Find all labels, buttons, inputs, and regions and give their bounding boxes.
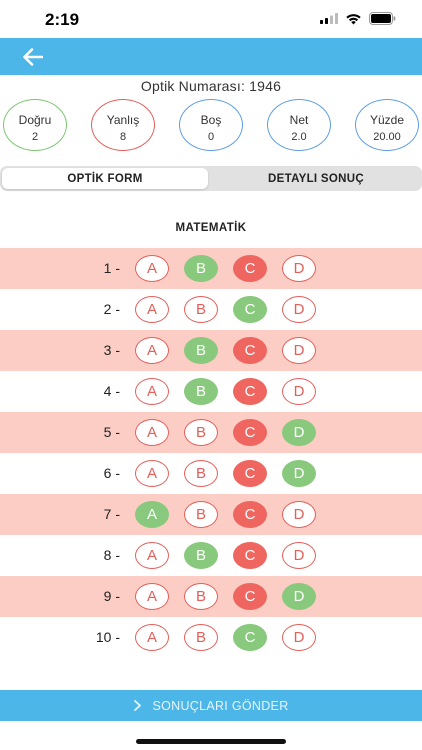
answer-option-d[interactable]: D (282, 419, 316, 446)
stat-net: Net 2.0 (267, 99, 331, 151)
answer-option-c[interactable]: C (233, 296, 267, 323)
question-number: 1 - (103, 260, 120, 276)
home-indicator (136, 739, 286, 744)
answer-option-c[interactable]: C (233, 542, 267, 569)
answer-option-a[interactable]: A (135, 378, 169, 405)
question-row: 1 - ABCD (0, 248, 422, 289)
answer-option-a[interactable]: A (135, 337, 169, 364)
question-number: 7 - (103, 506, 120, 522)
answer-option-d[interactable]: D (282, 296, 316, 323)
stat-percent: Yüzde 20.00 (355, 99, 419, 151)
answer-option-a[interactable]: A (135, 255, 169, 282)
stat-label: Yüzde (369, 113, 405, 127)
stat-wrong: Yanlış 8 (91, 99, 155, 151)
stat-label: Net (289, 113, 309, 127)
answer-option-d[interactable]: D (282, 624, 316, 651)
question-number: 10 - (95, 629, 120, 645)
chevron-right-icon (134, 700, 142, 711)
question-number: 9 - (103, 588, 120, 604)
answer-option-c[interactable]: C (233, 255, 267, 282)
answer-option-a[interactable]: A (135, 583, 169, 610)
answer-option-b[interactable]: B (184, 583, 218, 610)
answer-option-c[interactable]: C (233, 460, 267, 487)
stat-value: 20.00 (373, 131, 401, 143)
answer-option-a[interactable]: A (135, 542, 169, 569)
answer-option-b[interactable]: B (184, 460, 218, 487)
status-bar: 2:19 (0, 0, 422, 38)
answer-option-c[interactable]: C (233, 378, 267, 405)
status-time: 2:19 (45, 10, 80, 29)
cellular-signal-icon (320, 13, 338, 24)
answer-option-b[interactable]: B (184, 255, 218, 282)
stat-correct: Doğru 2 (3, 99, 67, 151)
answer-option-b[interactable]: B (184, 624, 218, 651)
app-header (0, 38, 422, 75)
question-number: 3 - (103, 342, 120, 358)
stat-value: 8 (119, 131, 127, 143)
answer-option-b[interactable]: B (184, 378, 218, 405)
stat-value: 2.0 (291, 131, 307, 143)
tab-optik-form[interactable]: OPTİK FORM (2, 168, 208, 189)
answer-option-d[interactable]: D (282, 337, 316, 364)
question-row: 7 - ABCD (0, 494, 422, 535)
question-row: 4 - ABCD (0, 371, 422, 412)
question-number: 8 - (103, 547, 120, 563)
answer-rows: 1 -ABCD2 -ABCD3 -ABCD4 -ABCD5 -ABCD6 -AB… (0, 248, 422, 658)
answer-option-c[interactable]: C (233, 419, 267, 446)
question-row: 8 - ABCD (0, 535, 422, 576)
stat-label: Yanlış (106, 113, 140, 127)
answer-option-d[interactable]: D (282, 542, 316, 569)
answer-option-a[interactable]: A (135, 460, 169, 487)
section-title: MATEMATİK (175, 222, 247, 234)
question-number: 6 - (103, 465, 120, 481)
question-number: 2 - (103, 301, 120, 317)
stat-value: 0 (207, 131, 215, 143)
answer-option-b[interactable]: B (184, 337, 218, 364)
answer-option-c[interactable]: C (233, 337, 267, 364)
tab-detayli-sonuc[interactable]: DETAYLI SONUÇ (212, 168, 420, 189)
submit-results-button[interactable]: SONUÇLARI GÖNDER (0, 690, 422, 721)
battery-icon (369, 12, 396, 25)
answer-option-d[interactable]: D (282, 460, 316, 487)
question-row: 9 - ABCD (0, 576, 422, 617)
stats-summary: Doğru 2 Yanlış 8 Boş 0 Net 2.0 Yüzde 20.… (3, 99, 421, 153)
question-number: 4 - (103, 383, 120, 399)
answer-option-a[interactable]: A (135, 624, 169, 651)
answer-option-a[interactable]: A (135, 296, 169, 323)
stat-label: Boş (200, 113, 222, 127)
answer-option-a[interactable]: A (135, 501, 169, 528)
answer-option-d[interactable]: D (282, 378, 316, 405)
stat-value: 2 (31, 131, 39, 143)
answer-option-c[interactable]: C (233, 583, 267, 610)
submit-label: SONUÇLARI GÖNDER (152, 698, 289, 713)
arrow-left-icon (23, 47, 43, 66)
back-button[interactable] (20, 44, 46, 69)
answer-option-b[interactable]: B (184, 296, 218, 323)
status-icons (320, 12, 396, 25)
question-number: 5 - (103, 424, 120, 440)
question-row: 2 - ABCD (0, 289, 422, 330)
answer-option-a[interactable]: A (135, 419, 169, 446)
answer-option-c[interactable]: C (233, 624, 267, 651)
wifi-icon (346, 13, 361, 24)
answer-option-d[interactable]: D (282, 501, 316, 528)
segmented-tabs: OPTİK FORM DETAYLI SONUÇ (0, 166, 422, 191)
stat-label: Doğru (18, 113, 52, 127)
stat-empty: Boş 0 (179, 99, 243, 151)
optik-number-title: Optik Numarası: 1946 (140, 78, 282, 94)
question-row: 10 - ABCD (0, 617, 422, 658)
answer-option-b[interactable]: B (184, 501, 218, 528)
question-row: 3 - ABCD (0, 330, 422, 371)
answer-option-d[interactable]: D (282, 255, 316, 282)
question-row: 6 - ABCD (0, 453, 422, 494)
answer-option-b[interactable]: B (184, 419, 218, 446)
answer-option-c[interactable]: C (233, 501, 267, 528)
answer-option-d[interactable]: D (282, 583, 316, 610)
question-row: 5 - ABCD (0, 412, 422, 453)
answer-option-b[interactable]: B (184, 542, 218, 569)
